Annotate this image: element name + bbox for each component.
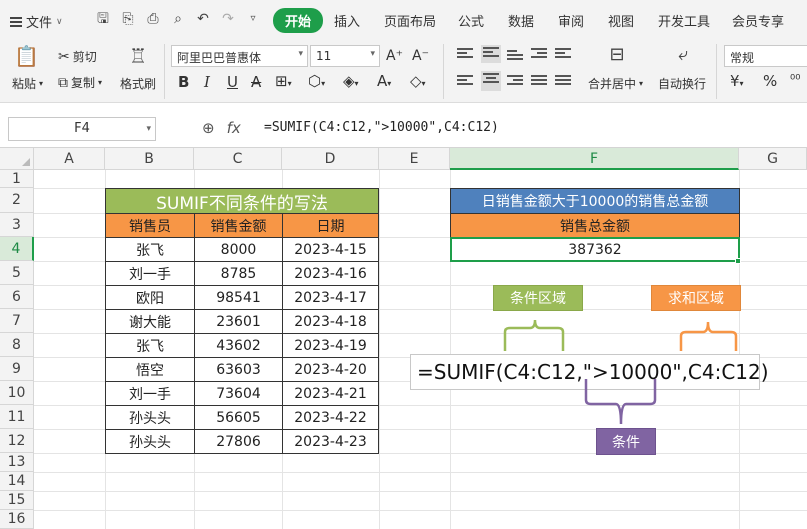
criteria-bracket (584, 379, 657, 425)
annotation-brackets (503, 319, 738, 425)
condition-range-bracket (503, 319, 565, 351)
sum-range-bracket (679, 321, 738, 351)
